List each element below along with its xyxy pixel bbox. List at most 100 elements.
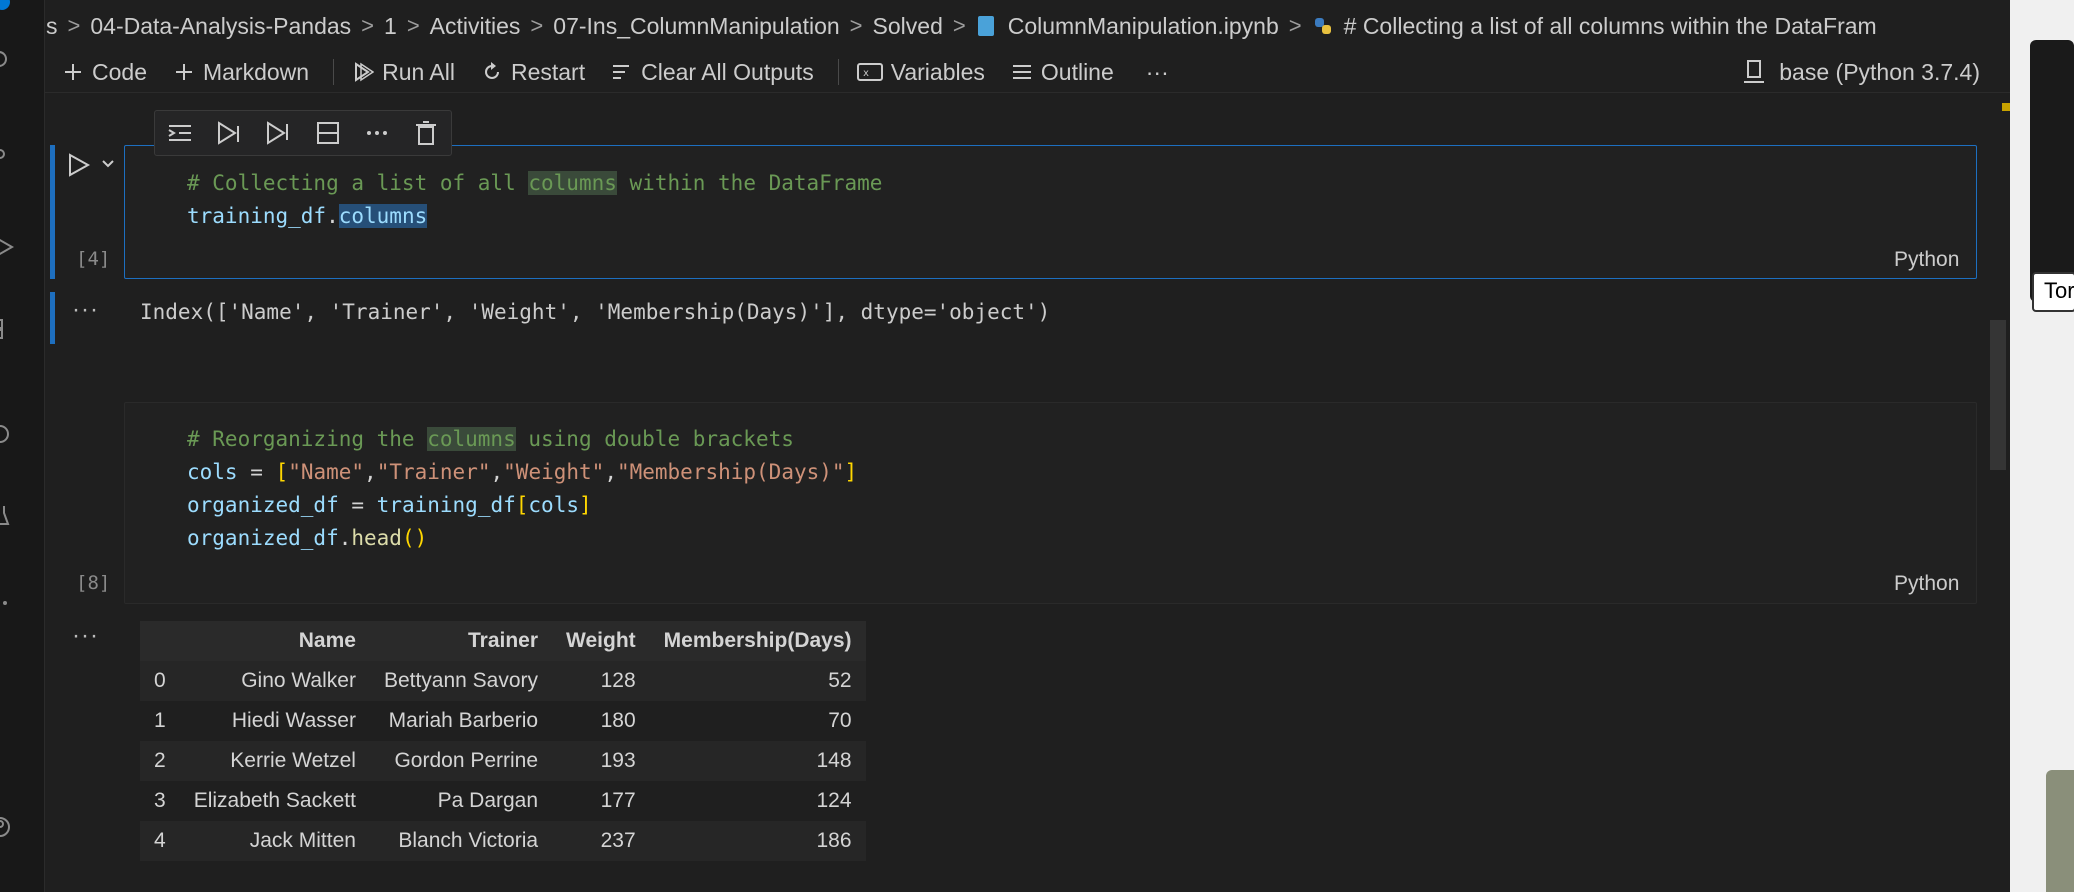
variables-label: Variables — [890, 58, 985, 85]
breadcrumb-item[interactable]: # Collecting a list of all columns withi… — [1342, 13, 1879, 40]
table-cell: 177 — [600, 789, 636, 812]
run-all-label: Run All — [382, 58, 455, 85]
table-row: 3 Elizabeth Sackett Pa Dargan 177 124 — [140, 781, 866, 821]
testing-icon[interactable] — [0, 504, 14, 526]
clear-outputs-button[interactable]: Clear All Outputs — [611, 59, 814, 86]
extensions-icon[interactable] — [0, 318, 14, 340]
more-actions-icon[interactable] — [364, 120, 390, 146]
add-code-label: Code — [92, 58, 147, 85]
comment-text: # Collecting a list of all columns withi… — [187, 171, 883, 195]
table-cell: 70 — [828, 709, 852, 732]
kernel-icon — [1744, 60, 1765, 83]
chevron-right-icon: > — [530, 13, 544, 38]
more-icon[interactable] — [0, 592, 16, 614]
table-cell: Gordon Perrine — [394, 749, 539, 772]
chevron-right-icon: > — [1288, 13, 1302, 38]
plus-icon — [65, 64, 81, 80]
toolbar-divider — [837, 59, 839, 85]
table-cell: Pa Dargan — [437, 789, 539, 812]
row-index: 2 — [154, 749, 166, 772]
kernel-label: base (Python 3.7.4) — [1779, 58, 1980, 85]
table-cell: Hiedi Wasser — [231, 709, 356, 732]
cell-focus-indicator — [50, 145, 55, 279]
chevron-right-icon: > — [361, 13, 375, 38]
chevron-down-icon[interactable] — [100, 156, 116, 177]
participant-video — [2030, 40, 2074, 302]
output-more-icon[interactable]: ··· — [72, 622, 99, 650]
cell-language[interactable]: Python — [1894, 248, 1959, 272]
table-cell: Jack Mitten — [249, 829, 356, 852]
variables-button[interactable]: x Variables — [856, 58, 985, 86]
execute-above-icon[interactable] — [216, 120, 242, 146]
column-header: Trainer — [468, 629, 539, 652]
clear-all-icon — [613, 65, 630, 79]
table-cell: 52 — [828, 669, 852, 692]
table-cell: Mariah Barberio — [388, 709, 539, 732]
split-cell-icon[interactable] — [315, 120, 341, 146]
table-cell: 180 — [600, 709, 636, 732]
code-line-1: # Reorganizing the columns using double … — [187, 427, 794, 451]
breadcrumb-item[interactable]: 04-Data-Analysis-Pandas — [88, 13, 353, 40]
cell-language[interactable]: Python — [1894, 572, 1959, 596]
scrollbar-track[interactable] — [1990, 320, 2006, 470]
remote-icon[interactable] — [0, 424, 12, 446]
breadcrumb-item[interactable]: 1 — [382, 13, 399, 40]
breadcrumb-item[interactable]: Solved — [871, 13, 945, 40]
restart-label: Restart — [510, 58, 586, 85]
run-debug-icon[interactable] — [0, 236, 16, 258]
more-toolbar-button[interactable]: ··· — [1146, 59, 1169, 86]
toolbar-divider — [333, 59, 335, 85]
table-header-row: Name Trainer Weight Membership(Days) — [140, 621, 866, 661]
run-by-line-icon[interactable] — [167, 120, 193, 146]
table-row: 4 Jack Mitten Blanch Victoria 237 186 — [140, 821, 866, 861]
restart-icon — [485, 62, 499, 79]
row-index: 3 — [154, 789, 166, 812]
breadcrumb-item[interactable]: s — [44, 13, 60, 40]
breadcrumb-item[interactable]: ColumnManipulation.ipynb — [1006, 13, 1281, 40]
dataframe-table: Name Trainer Weight Membership(Days) 0 G… — [140, 621, 866, 861]
code-line-3: organized_df = training_df[cols] — [187, 493, 592, 517]
notification-badge — [0, 0, 10, 10]
breadcrumb: s > 04-Data-Analysis-Pandas > 1 > Activi… — [44, 0, 2010, 52]
clear-outputs-label: Clear All Outputs — [641, 58, 814, 85]
search-icon[interactable] — [0, 50, 12, 72]
code-line-4: organized_df.head() — [187, 526, 428, 550]
plus-icon — [175, 64, 192, 80]
column-header: Weight — [566, 629, 636, 652]
breadcrumb-item[interactable]: Activities — [428, 13, 523, 40]
restart-button[interactable]: Restart — [481, 59, 585, 86]
notebook-toolbar: Code Markdown Run All Restart Clear All … — [44, 52, 2010, 93]
delete-cell-icon[interactable] — [413, 120, 439, 146]
table-cell: 193 — [600, 749, 636, 772]
minimap-marker — [2002, 103, 2010, 111]
code-line-2: training_df.columns — [187, 204, 428, 228]
add-code-button[interactable]: Code — [62, 59, 147, 86]
execution-count: [8] — [76, 572, 111, 594]
column-header — [140, 621, 180, 661]
kernel-picker[interactable]: base (Python 3.7.4) — [1743, 59, 1980, 86]
row-index: 4 — [154, 829, 166, 852]
source-control-icon[interactable] — [0, 146, 14, 168]
participant-video — [2046, 770, 2074, 892]
svg-text:x: x — [863, 68, 869, 79]
variable-text: training_df — [187, 204, 327, 228]
execute-below-icon[interactable] — [265, 120, 291, 146]
code-line-1: # Collecting a list of all columns withi… — [187, 167, 882, 200]
run-all-button[interactable]: Run All — [352, 59, 455, 86]
output-focus-indicator — [50, 292, 55, 344]
output-more-icon[interactable]: ··· — [72, 296, 99, 324]
chevron-right-icon: > — [406, 13, 420, 38]
run-cell-button[interactable] — [66, 152, 92, 183]
table-row: 0 Gino Walker Bettyann Savory 128 52 — [140, 661, 866, 701]
add-markdown-button[interactable]: Markdown — [173, 59, 309, 86]
table-cell: 186 — [816, 829, 852, 852]
play-icon — [69, 153, 91, 177]
chevron-right-icon: > — [67, 13, 81, 38]
account-icon[interactable] — [0, 816, 12, 838]
outline-button[interactable]: Outline — [1011, 59, 1114, 86]
table-cell: 148 — [816, 749, 852, 772]
code-line-2: cols = ["Name","Trainer","Weight","Membe… — [187, 460, 858, 484]
breadcrumb-item[interactable]: 07-Ins_ColumnManipulation — [551, 13, 841, 40]
more-actions-icon: ··· — [1145, 58, 1169, 85]
notebook-file-icon — [977, 16, 994, 36]
